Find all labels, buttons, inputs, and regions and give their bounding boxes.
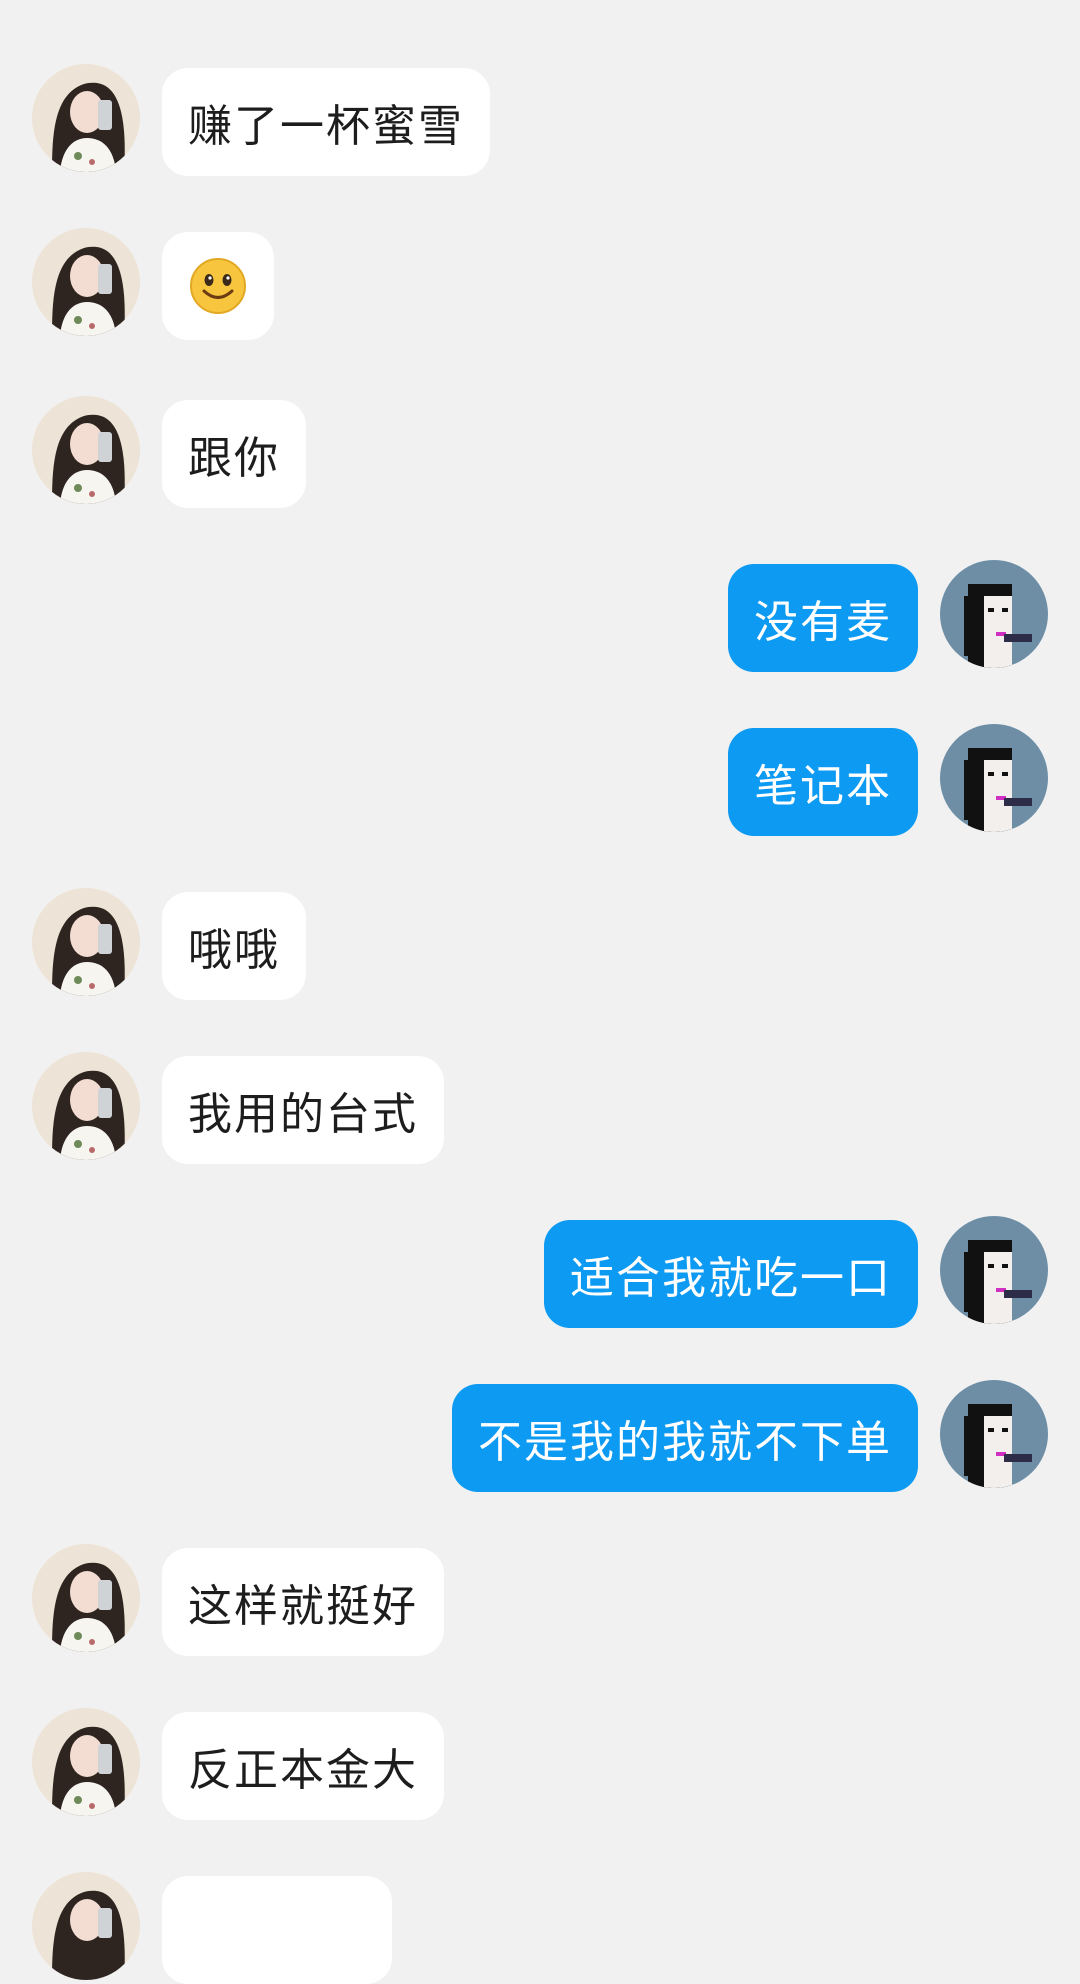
message-bubble[interactable]: 不是我的我就不下单 — [452, 1384, 918, 1492]
message-bubble[interactable]: 反正本金大 — [162, 1712, 444, 1820]
message-row-incoming: 哦哦 — [0, 888, 1080, 1000]
message-bubble[interactable]: 没有麦 — [728, 564, 918, 672]
message-bubble[interactable]: 笔记本 — [728, 728, 918, 836]
message-row-incoming: 我用的台式 — [0, 1052, 1080, 1164]
contact-avatar[interactable] — [32, 228, 140, 336]
contact-avatar[interactable] — [32, 64, 140, 172]
message-row-incoming-partial — [0, 1872, 1080, 1984]
message-row-outgoing: 没有麦 — [0, 560, 1080, 672]
contact-avatar[interactable] — [32, 396, 140, 504]
message-bubble[interactable]: 这样就挺好 — [162, 1548, 444, 1656]
message-bubble[interactable] — [162, 232, 274, 340]
contact-avatar[interactable] — [32, 1708, 140, 1816]
my-avatar[interactable] — [940, 560, 1048, 668]
message-row-incoming: 这样就挺好 — [0, 1544, 1080, 1656]
contact-avatar[interactable] — [32, 888, 140, 996]
message-bubble[interactable]: 跟你 — [162, 400, 306, 508]
message-row-incoming: 反正本金大 — [0, 1708, 1080, 1820]
my-avatar[interactable] — [940, 1380, 1048, 1488]
message-bubble[interactable]: 哦哦 — [162, 892, 306, 1000]
message-bubble[interactable]: 适合我就吃一口 — [544, 1220, 918, 1328]
message-bubble[interactable]: 我用的台式 — [162, 1056, 444, 1164]
message-bubble[interactable]: 赚了一杯蜜雪 — [162, 68, 490, 176]
message-row-outgoing: 笔记本 — [0, 724, 1080, 836]
message-row-outgoing: 适合我就吃一口 — [0, 1216, 1080, 1328]
message-bubble[interactable] — [162, 1876, 392, 1984]
message-row-incoming: 赚了一杯蜜雪 — [0, 64, 1080, 176]
message-row-incoming: 跟你 — [0, 396, 1080, 508]
contact-avatar[interactable] — [32, 1872, 140, 1980]
contact-avatar[interactable] — [32, 1052, 140, 1160]
message-row-incoming — [0, 228, 1080, 340]
my-avatar[interactable] — [940, 724, 1048, 832]
chat-message-list[interactable]: 赚了一杯蜜雪 跟你 没有麦 笔记本 哦哦 我用的台式 适合我就吃一口 不是我的我… — [0, 0, 1080, 1984]
smile-emoji-icon — [190, 258, 246, 314]
contact-avatar[interactable] — [32, 1544, 140, 1652]
message-row-outgoing: 不是我的我就不下单 — [0, 1380, 1080, 1492]
my-avatar[interactable] — [940, 1216, 1048, 1324]
